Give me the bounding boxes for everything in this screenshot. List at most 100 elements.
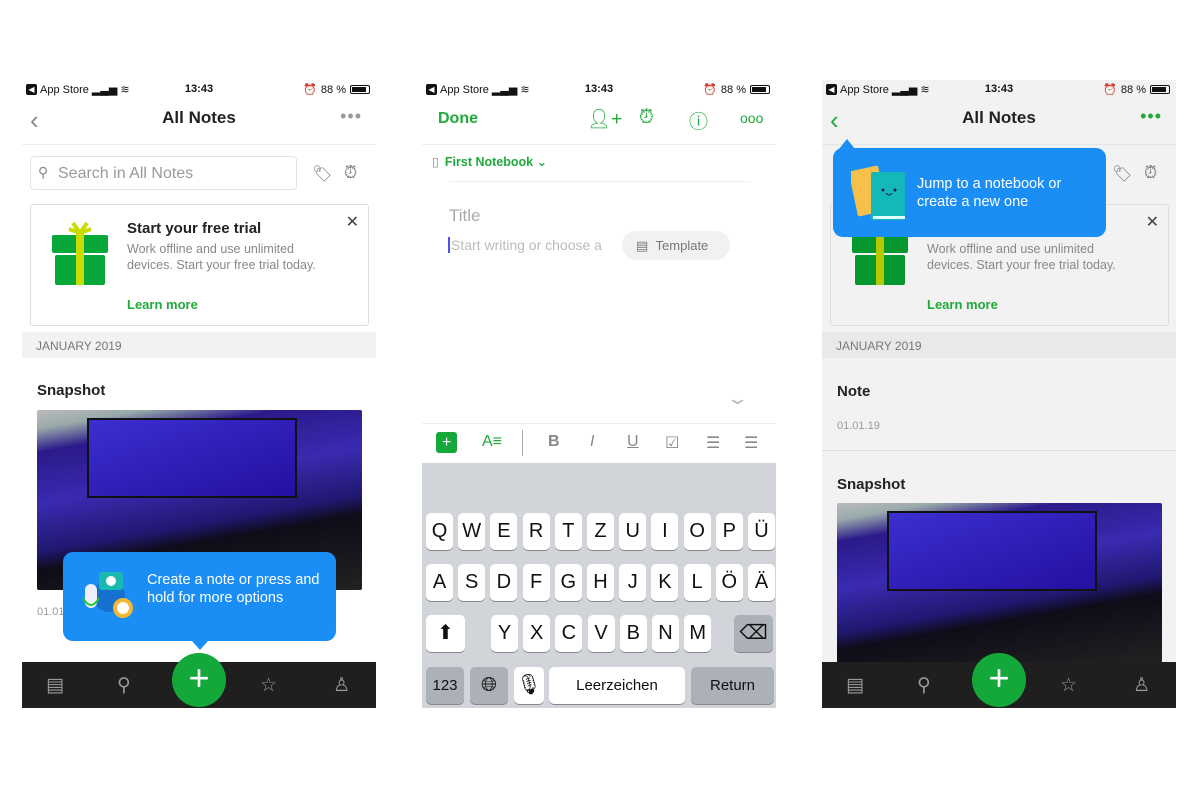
template-button[interactable]: ▤ Template <box>622 231 730 260</box>
search-input[interactable]: ⚲ Search in All Notes <box>30 156 297 190</box>
key-j[interactable]: J <box>619 564 647 601</box>
more-icon[interactable]: ••• <box>1140 106 1162 127</box>
key-f[interactable]: F <box>522 564 550 601</box>
key-ü[interactable]: Ü <box>748 513 775 550</box>
gift-icon <box>52 221 108 285</box>
note-title[interactable]: Snapshot <box>37 382 105 399</box>
return-key[interactable]: Return <box>691 667 774 704</box>
all-notes-notebook-tip-screen: ◀ App Store ▂▃▅ ≋ 13:43 ⏰ 88 % ‹ All Notes •… <box>822 80 1176 708</box>
reminder-icon[interactable]: ⏰︎ <box>1144 163 1157 183</box>
bulleted-list-icon[interactable]: ☰ <box>744 433 758 453</box>
key-o[interactable]: O <box>683 513 711 550</box>
notebook-tooltip[interactable]: Jump to a notebook or create a new one <box>833 139 1106 237</box>
key-k[interactable]: K <box>651 564 679 601</box>
tooltip-text: Jump to a notebook or create a new one <box>917 176 1062 210</box>
title-field[interactable]: Title <box>449 206 481 226</box>
key-u[interactable]: U <box>619 513 647 550</box>
battery-icon <box>750 85 770 94</box>
shortcuts-tab-icon[interactable]: ☆ <box>1060 674 1077 697</box>
reminder-icon[interactable]: ⏰︎ <box>639 107 654 129</box>
tooltip-text: Create a note or press and hold for more… <box>147 572 320 606</box>
page-title: All Notes <box>962 108 1036 127</box>
reminder-icon[interactable]: ⏰︎ <box>344 163 357 183</box>
key-h[interactable]: H <box>587 564 614 601</box>
numbers-key[interactable]: 123 <box>426 667 464 704</box>
status-bar: ◀ App Store ▂▃▅ ≋ 13:43 ⏰ 88 % <box>822 80 1176 98</box>
info-icon[interactable]: ⓘ <box>689 107 708 134</box>
note-title[interactable]: Snapshot <box>837 476 905 493</box>
key-b[interactable]: B <box>619 615 647 652</box>
account-tab-icon[interactable]: ♙ <box>333 674 350 697</box>
notebook-selector[interactable]: ▯ First Notebook ⌄ <box>432 154 547 169</box>
key-t[interactable]: T <box>554 513 582 550</box>
globe-key[interactable]: 🌐︎ <box>470 667 508 704</box>
key-x[interactable]: X <box>523 615 551 652</box>
checkbox-icon[interactable]: ☑ <box>665 433 679 453</box>
key-i[interactable]: I <box>651 513 679 550</box>
backspace-key[interactable]: ⌫ <box>734 615 773 652</box>
italic-icon[interactable]: I <box>590 433 594 451</box>
notes-tab-icon[interactable]: ▤ <box>846 674 864 697</box>
learn-more-link[interactable]: Learn more <box>927 297 998 312</box>
numbered-list-icon[interactable]: ☰ <box>706 433 720 453</box>
promo-card: Start your free trial Work offline and u… <box>30 204 369 326</box>
key-z[interactable]: Z <box>587 513 614 550</box>
key-d[interactable]: D <box>490 564 518 601</box>
insert-plus-icon[interactable]: + <box>436 432 457 453</box>
tag-icon[interactable]: 🏷︎ <box>312 164 332 184</box>
notes-tab-icon[interactable]: ▤ <box>46 674 64 697</box>
key-g[interactable]: G <box>554 564 582 601</box>
search-tab-icon[interactable]: ⚲ <box>117 674 131 697</box>
suggestion-bar <box>422 463 776 500</box>
key-q[interactable]: Q <box>426 513 453 550</box>
key-ö[interactable]: Ö <box>715 564 743 601</box>
hide-keyboard-icon[interactable]: ⌄ <box>725 388 749 409</box>
search-icon: ⚲ <box>38 164 49 180</box>
body-field[interactable]: Start writing or choose a <box>448 237 602 253</box>
battery-percent: 88 % <box>720 83 746 96</box>
space-key[interactable]: Leerzeichen <box>549 667 685 704</box>
key-a[interactable]: A <box>426 564 453 601</box>
status-bar: ◀ App Store ▂▃▅ ≋ 13:43 ⏰ 88 % <box>422 80 776 98</box>
account-tab-icon[interactable]: ♙ <box>1133 674 1150 697</box>
close-icon[interactable]: ✕ <box>346 212 359 232</box>
key-y[interactable]: Y <box>491 615 518 652</box>
more-icon[interactable]: ooo <box>740 110 763 126</box>
key-r[interactable]: R <box>522 513 550 550</box>
dictation-key[interactable]: 🎙︎ <box>514 667 544 704</box>
battery-percent: 88 % <box>1120 83 1146 96</box>
search-tab-icon[interactable]: ⚲ <box>917 674 931 697</box>
key-p[interactable]: P <box>715 513 743 550</box>
text-style-icon[interactable]: A≡ <box>482 433 502 451</box>
key-l[interactable]: L <box>683 564 711 601</box>
template-label: Template <box>655 238 709 253</box>
learn-more-link[interactable]: Learn more <box>127 297 198 312</box>
tag-icon[interactable]: 🏷︎ <box>1112 164 1132 184</box>
done-button[interactable]: Done <box>438 110 478 128</box>
notebook-icon: ▯ <box>432 155 439 169</box>
note-thumbnail[interactable] <box>837 503 1162 663</box>
bold-icon[interactable]: B <box>548 433 560 451</box>
share-user-icon[interactable]: 👤︎+ <box>587 107 622 131</box>
key-c[interactable]: C <box>555 615 583 652</box>
shortcuts-tab-icon[interactable]: ☆ <box>260 674 277 697</box>
more-icon[interactable]: ••• <box>340 106 362 127</box>
new-note-button[interactable]: + <box>172 653 226 707</box>
note-title[interactable]: Note <box>837 383 870 400</box>
key-v[interactable]: V <box>587 615 615 652</box>
key-n[interactable]: N <box>652 615 679 652</box>
close-icon[interactable]: ✕ <box>1146 212 1159 232</box>
underline-icon[interactable]: U <box>627 433 639 451</box>
search-placeholder: Search in All Notes <box>58 165 194 182</box>
key-w[interactable]: W <box>458 513 486 550</box>
new-note-button[interactable]: + <box>972 653 1026 707</box>
section-header: JANUARY 2019 <box>822 332 1176 358</box>
promo-title: Start your free trial <box>127 220 262 237</box>
key-m[interactable]: M <box>684 615 712 652</box>
key-s[interactable]: S <box>458 564 486 601</box>
shift-key[interactable]: ⬆ <box>426 615 465 652</box>
key-ä[interactable]: Ä <box>748 564 775 601</box>
key-e[interactable]: E <box>490 513 518 550</box>
create-note-tooltip[interactable]: Create a note or press and hold for more… <box>63 552 336 650</box>
promo-body: Work offline and use unlimited devices. … <box>127 242 316 272</box>
